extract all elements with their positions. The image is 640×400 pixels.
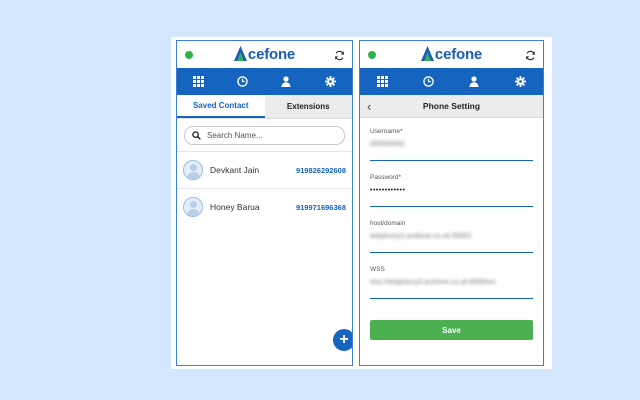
username-field[interactable]: Username* 090500062 (370, 128, 533, 170)
page-title: Phone Setting (422, 101, 481, 111)
password-label: Password* (370, 174, 402, 181)
nav-history[interactable] (406, 68, 452, 95)
contacts-panel: cefone Saved Contact Extensions Search N… (176, 40, 353, 366)
wss-label: WSS (370, 266, 385, 273)
logo-text: cefone (247, 46, 296, 63)
contact-row[interactable]: Devkant Jain 919826292608 (177, 151, 352, 188)
main-nav (360, 68, 543, 95)
dialpad-icon (377, 76, 389, 87)
acefone-logo: cefone (360, 46, 543, 63)
password-value[interactable]: •••••••••••• (370, 187, 533, 199)
phone-setting-form: Username* 090500062 Password* ••••••••••… (360, 118, 543, 340)
screenshot-stage: cefone Saved Contact Extensions Search N… (171, 37, 552, 369)
user-icon (469, 76, 479, 87)
top-bar: cefone (177, 41, 352, 68)
settings-panel: cefone ‹ Phone Setting Username* 0905000… (359, 40, 544, 366)
tab-extensions[interactable]: Extensions (264, 95, 352, 118)
save-button[interactable]: Save (370, 320, 533, 340)
search-box[interactable] (184, 126, 345, 145)
contact-name: Honey Barua (210, 202, 260, 212)
wss-value[interactable]: wss://telephony3.acefone.co.uk:8089/ws (370, 279, 533, 291)
search-icon (192, 131, 201, 140)
user-icon (281, 76, 291, 87)
logo-a-mark-icon (233, 46, 247, 61)
host-domain-field[interactable]: host/domain telephony3.acefone.co.uk:055… (370, 220, 533, 262)
username-value[interactable]: 090500062 (370, 141, 533, 153)
gear-icon (324, 76, 336, 87)
nav-dialpad[interactable] (360, 68, 406, 95)
search-container (177, 119, 352, 151)
logo-a-mark-icon (420, 46, 434, 61)
contact-tabs: Saved Contact Extensions (177, 95, 352, 119)
host-domain-value[interactable]: telephony3.acefone.co.uk:05553 (370, 233, 533, 245)
contact-name: Devkant Jain (210, 165, 260, 175)
settings-header: ‹ Phone Setting (360, 95, 543, 118)
tab-saved-contact[interactable]: Saved Contact (177, 95, 265, 118)
search-input[interactable] (205, 130, 329, 141)
avatar-icon (183, 160, 203, 180)
gear-icon (514, 76, 526, 87)
contact-number[interactable]: 919826292608 (296, 166, 346, 175)
refresh-icon[interactable] (334, 48, 345, 61)
host-domain-label: host/domain (370, 220, 406, 227)
contact-number[interactable]: 919971696368 (296, 203, 346, 212)
acefone-logo: cefone (177, 46, 352, 63)
wss-field[interactable]: WSS wss://telephony3.acefone.co.uk:8089/… (370, 266, 533, 308)
nav-settings[interactable] (308, 68, 352, 95)
back-chevron-icon[interactable]: ‹ (367, 99, 371, 114)
nav-dialpad[interactable] (177, 68, 221, 95)
clock-icon (237, 76, 248, 87)
nav-contacts[interactable] (452, 68, 498, 95)
dialpad-icon (193, 76, 205, 87)
username-label: Username* (370, 128, 403, 135)
nav-contacts[interactable] (265, 68, 309, 95)
contact-row[interactable]: Honey Barua 919971696368 (177, 188, 352, 225)
nav-history[interactable] (221, 68, 265, 95)
clock-icon (423, 76, 434, 87)
password-field[interactable]: Password* •••••••••••• (370, 174, 533, 216)
logo-text: cefone (434, 46, 483, 63)
refresh-icon[interactable] (525, 48, 536, 61)
top-bar: cefone (360, 41, 543, 68)
avatar-icon (183, 197, 203, 217)
add-contact-button[interactable]: + (333, 329, 352, 351)
nav-settings[interactable] (497, 68, 543, 95)
main-nav (177, 68, 352, 95)
